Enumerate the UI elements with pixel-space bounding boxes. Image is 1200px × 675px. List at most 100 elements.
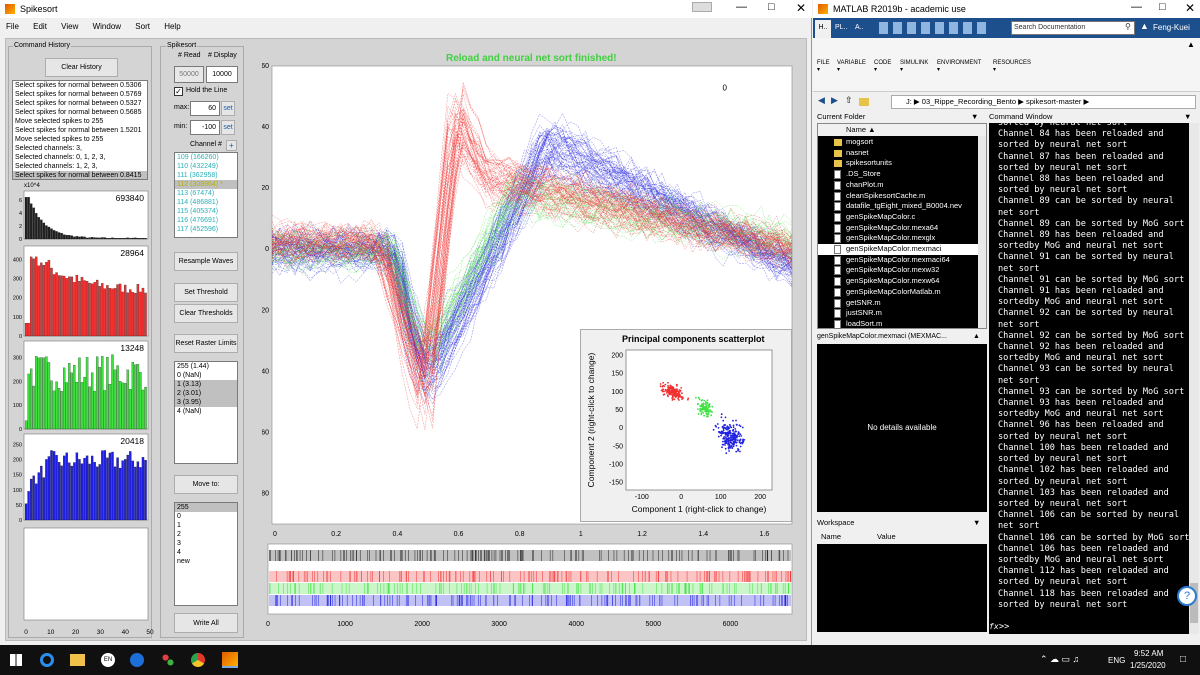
channel-item[interactable]: 111 (362958) (175, 171, 237, 180)
file-item[interactable]: datafile_tgEight_mixed_B0004.nev (818, 201, 978, 212)
raster-plot[interactable]: 0 1000 2000 3000 4000 5000 6000 (262, 540, 796, 640)
move-target-item[interactable]: 2 (175, 530, 237, 539)
path-segment[interactable]: J: (906, 97, 912, 106)
cluster-item[interactable]: 255 (1.44) (175, 362, 237, 371)
path-segment[interactable]: 03_Rippe_Recording_Bento (922, 97, 1016, 106)
ribbon-group-simulink[interactable]: SIMULINK ▾ (900, 60, 928, 73)
history-item[interactable]: Select spikes for normal between 0.5306 (13, 81, 147, 90)
move-target-list[interactable]: 255 0 1 2 3 4 new (174, 502, 238, 606)
ribbon-tab-apps[interactable]: A.. (855, 24, 864, 31)
resample-waves-button[interactable]: Resample Waves (174, 252, 238, 271)
file-item[interactable]: genSpikeMapColor.mexmaci (818, 244, 978, 255)
ribbon-group-resources[interactable]: RESOURCES ▾ (993, 60, 1031, 73)
ribbon-group-variable[interactable]: VARIABLE ▾ (837, 60, 866, 73)
clear-thresholds-button[interactable]: Clear Thresholds (174, 304, 238, 323)
file-item[interactable]: genSpikeMapColorMatlab.m (818, 287, 978, 298)
folder-item[interactable]: spikesortunits (818, 158, 978, 169)
clock-time[interactable]: 9:52 AM (1134, 649, 1163, 658)
move-target-item[interactable]: 0 (175, 512, 237, 521)
file-item[interactable]: genSpikeMapColor.mexw64 (818, 276, 978, 287)
cluster-list[interactable]: 255 (1.44) 0 (NaN) 1 (3.13) 2 (3.01) 3 (… (174, 361, 238, 464)
menu-edit[interactable]: Edit (33, 22, 47, 31)
maximize-button[interactable]: □ (768, 1, 775, 13)
menu-file[interactable]: File (6, 22, 19, 31)
windows-start-icon[interactable] (10, 654, 22, 666)
browse-folder-icon[interactable] (859, 98, 869, 106)
teamviewer-icon[interactable] (130, 653, 144, 667)
menu-view[interactable]: View (61, 22, 78, 31)
up-folder-icon[interactable]: ⇧ (845, 95, 853, 106)
back-icon[interactable]: ◀ (818, 95, 825, 106)
ribbon-tab-home[interactable]: H.. (815, 20, 831, 38)
forward-icon[interactable]: ▶ (831, 95, 838, 106)
ribbon-group-environment[interactable]: ENVIRONMENT ▾ (937, 60, 981, 73)
file-explorer-icon[interactable] (70, 654, 85, 666)
move-target-item[interactable]: 255 (175, 503, 237, 512)
read-count-field[interactable]: 50000 (174, 66, 204, 83)
channel-item[interactable]: 117 (452596) (175, 225, 237, 234)
history-item[interactable]: Selected channels: 0, 1, 2, 3, (13, 153, 147, 162)
move-to-button[interactable]: Move to: (174, 475, 238, 494)
move-target-item[interactable]: new (175, 557, 237, 566)
history-item[interactable]: Selected channels: 1, 2, 3, (13, 162, 147, 171)
file-item[interactable]: genSpikeMapColor.mexa64 (818, 223, 978, 234)
folder-item[interactable]: mogsort (818, 137, 978, 148)
minimize-button[interactable]: — (736, 1, 747, 13)
channel-item[interactable]: 114 (486881) (175, 198, 237, 207)
menu-sort[interactable]: Sort (135, 22, 150, 31)
pca-scatterplot[interactable]: -100 0 100 200 200 150 100 50 0 -50 -100 -150 Compon… (580, 344, 792, 522)
file-item[interactable]: chanPlot.m (818, 180, 978, 191)
file-item[interactable]: .DS_Store (818, 169, 978, 180)
file-item[interactable]: loadSort.m (818, 319, 978, 330)
channel-item[interactable]: 109 (166260) (175, 153, 237, 162)
edge-icon[interactable] (40, 653, 54, 667)
cluster-item[interactable]: 0 (NaN) (175, 371, 237, 380)
file-item[interactable]: genSpikeMapColor.mexglx (818, 233, 978, 244)
channel-item[interactable]: 113 (67474) (175, 189, 237, 198)
details-collapse-icon[interactable]: ▲ (973, 330, 980, 343)
hold-line-checkbox[interactable]: ✓ (174, 87, 183, 96)
clear-history-button[interactable]: Clear History (45, 58, 118, 77)
move-target-item[interactable]: 3 (175, 539, 237, 548)
ws-name-header[interactable]: Name (821, 530, 841, 544)
file-item[interactable]: cleanSpikesortCache.m (818, 191, 978, 202)
history-item[interactable]: Select spikes for normal between 1.5201 (13, 126, 147, 135)
close-button[interactable]: ✕ (1185, 1, 1195, 15)
ws-value-header[interactable]: Value (877, 530, 896, 544)
command-window[interactable]: sorted by neural net sort Channel 84 has … (989, 123, 1199, 634)
history-list[interactable]: Select spikes for normal between 0.5306 … (12, 80, 148, 180)
min-field[interactable]: -100 (190, 120, 220, 135)
help-bubble-icon[interactable]: ? (1177, 586, 1197, 606)
write-all-button[interactable]: Write All (174, 613, 238, 633)
history-item[interactable]: Select spikes for normal between 0.8415 (13, 171, 147, 179)
history-item[interactable]: Move selected spikes to 255 (13, 117, 147, 126)
cluster-item-selected[interactable]: 3 (3.95) (175, 398, 237, 407)
history-item[interactable]: Selected channels: 3, (13, 144, 147, 153)
move-target-item[interactable]: 4 (175, 548, 237, 557)
clock-date[interactable]: 1/25/2020 (1130, 661, 1166, 670)
panel-menu-icon[interactable]: ▼ (1184, 110, 1191, 123)
menu-window[interactable]: Window (93, 22, 121, 31)
folder-item[interactable]: nasnet (818, 148, 978, 159)
file-item[interactable]: getSNR.m (818, 298, 978, 309)
language-indicator[interactable]: ENG (1108, 656, 1125, 665)
panel-menu-icon[interactable]: ▼ (971, 110, 978, 123)
file-item[interactable]: genSpikeMapColor.mexmaci64 (818, 255, 978, 266)
max-field[interactable]: 60 (190, 101, 220, 116)
app-cluster-icon[interactable] (162, 654, 174, 666)
history-item[interactable]: Select spikes for normal between 0.5685 (13, 108, 147, 117)
name-column-header[interactable]: Name ▲ (818, 124, 986, 136)
cluster-item-selected[interactable]: 2 (3.01) (175, 389, 237, 398)
user-name[interactable]: Feng-Kuei (1153, 23, 1190, 32)
panel-menu-icon[interactable]: ▼ (973, 516, 980, 529)
search-input[interactable]: Search Documentation (1011, 21, 1135, 35)
channel-item[interactable]: 116 (476691) (175, 216, 237, 225)
move-target-item[interactable]: 1 (175, 521, 237, 530)
system-tray-icons[interactable]: ⌃ ☁ ▭ ♫ (1040, 654, 1079, 665)
ribbon-collapse-icon[interactable]: ▲ (1187, 40, 1195, 49)
notification-icon[interactable]: ▲ (1140, 21, 1149, 31)
path-field[interactable]: J: ▶ 03_Rippe_Recording_Bento ▶ spikesor… (891, 95, 1196, 109)
chrome-icon[interactable] (191, 653, 205, 667)
minimize-button[interactable]: — (1131, 1, 1142, 13)
file-item[interactable]: genSpikeMapColor.mexw32 (818, 265, 978, 276)
